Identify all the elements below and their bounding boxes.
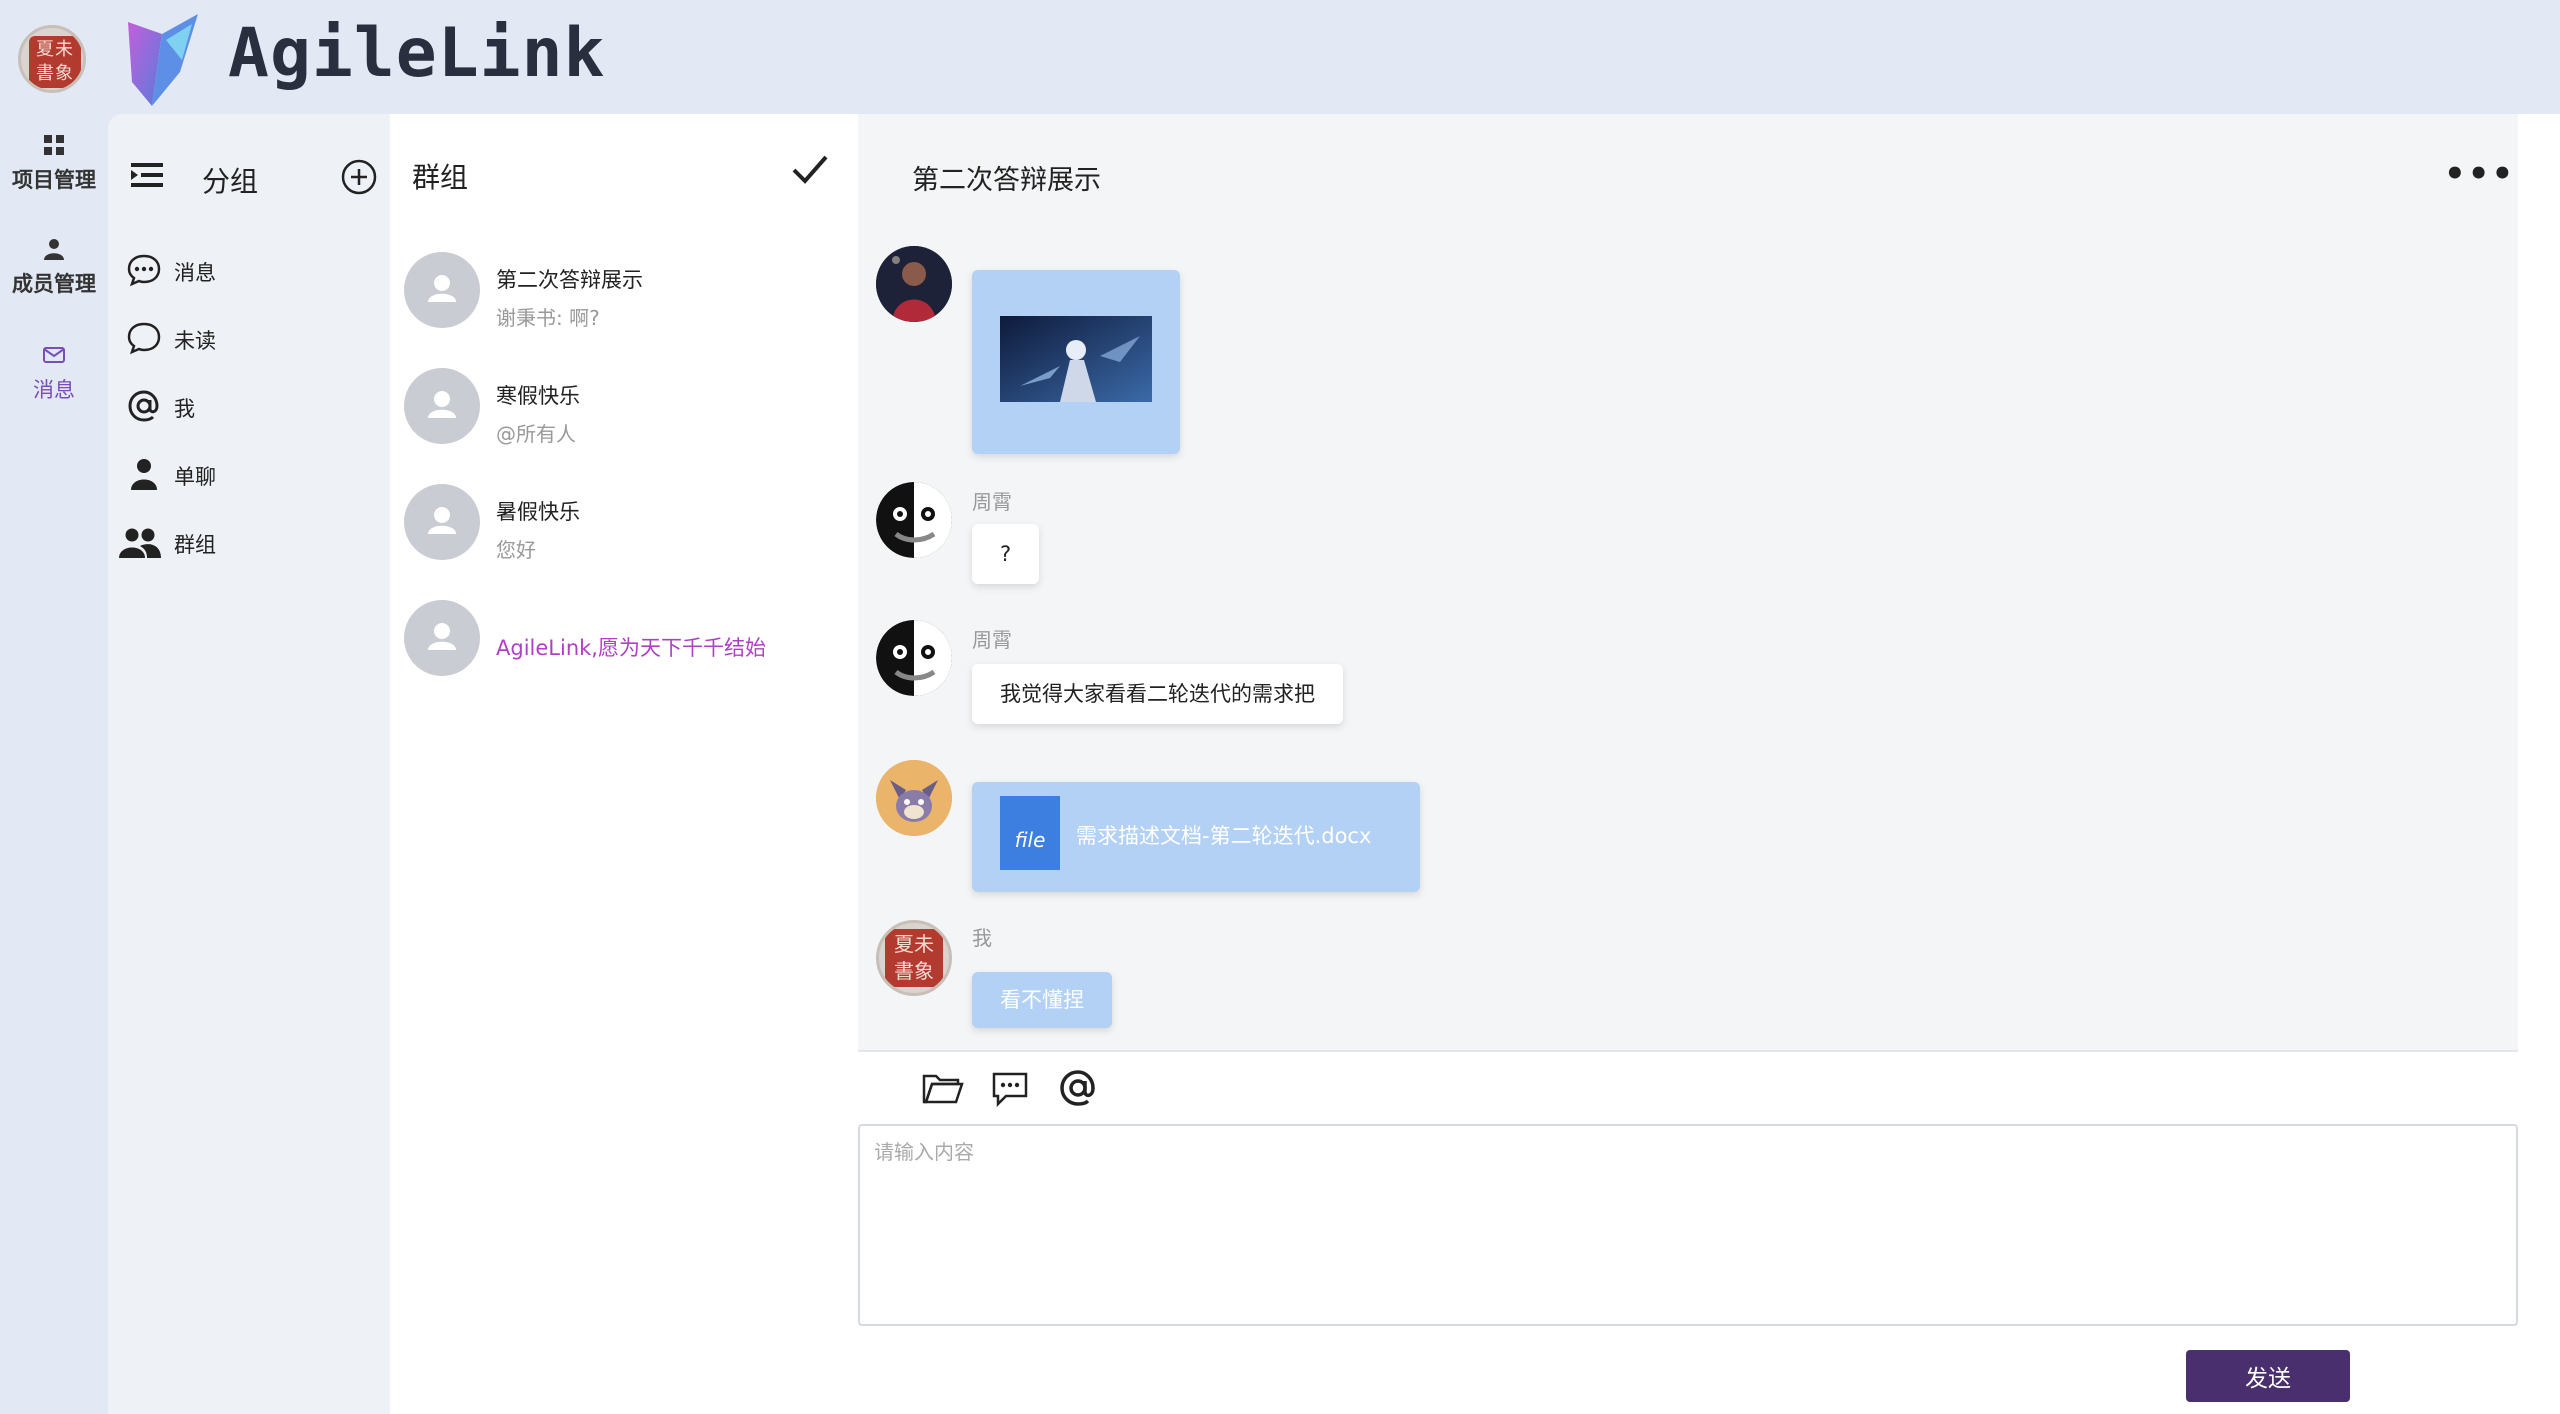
chat-panel: 第二次答辩展示 ••• 周霄 ? 周霄 我觉得大家看看二轮迭代的需求把 file… xyxy=(858,114,2560,1414)
conversation-last-message: 谢秉书: 啊? xyxy=(496,306,600,330)
default-user-icon xyxy=(428,275,456,302)
menu-fold-icon[interactable] xyxy=(130,160,164,190)
message-input[interactable] xyxy=(858,1124,2518,1326)
slogan-item: AgileLink,愿为天下千千结始 xyxy=(404,592,844,682)
group-panel: 分组 消息 未读 我 单聊 群组 xyxy=(108,114,390,1414)
sender-name: 周霄 xyxy=(972,628,1012,652)
chat-header: 第二次答辩展示 ••• xyxy=(858,114,2518,234)
group-item-messages[interactable]: 消息 xyxy=(126,248,376,292)
at-icon[interactable] xyxy=(1056,1066,1100,1110)
check-icon[interactable] xyxy=(790,152,830,186)
sender-avatar xyxy=(876,246,952,322)
chat-title: 第二次答辩展示 xyxy=(912,165,1101,196)
file-message[interactable]: file 需求描述文档-第二轮迭代.docx xyxy=(972,782,1420,892)
sender-avatar: 夏未 書象 xyxy=(876,920,952,996)
mail-icon xyxy=(43,347,65,363)
grid-icon xyxy=(44,135,64,155)
user-avatar[interactable]: 夏未 書象 xyxy=(18,25,86,93)
text-message: 看不懂捏 xyxy=(972,972,1112,1028)
conversation-last-message: @所有人 xyxy=(496,422,576,446)
avatar-seal: 夏未 書象 xyxy=(29,36,81,88)
group-item-label: 未读 xyxy=(174,329,216,353)
group-item-me[interactable]: 我 xyxy=(126,384,376,428)
person-icon xyxy=(44,239,64,260)
message-list: 周霄 ? 周霄 我觉得大家看看二轮迭代的需求把 file 需求描述文档-第二轮迭… xyxy=(858,234,2518,1052)
sender-avatar xyxy=(876,760,952,836)
app-title: AgileLink xyxy=(228,14,606,93)
conversation-last-message: 您好 xyxy=(496,538,536,562)
group-panel-header: 分组 xyxy=(130,156,380,198)
group-item-direct[interactable]: 单聊 xyxy=(126,452,376,496)
group-item-label: 单聊 xyxy=(174,465,216,489)
app-slogan: AgileLink,愿为天下千千结始 xyxy=(496,636,766,660)
conversation-list: 群组 第二次答辩展示 谢秉书: 啊? 寒假快乐 @所有人 暑假快乐 您好 Agi… xyxy=(390,114,858,1414)
group-item-unread[interactable]: 未读 xyxy=(126,316,376,360)
rail-item-label: 项目管理 xyxy=(12,168,96,192)
group-avatar xyxy=(404,252,480,328)
person-icon xyxy=(131,459,157,490)
group-avatar xyxy=(404,484,480,560)
rail-item-member-management[interactable]: 成员管理 xyxy=(0,236,108,298)
default-user-icon xyxy=(428,391,456,418)
folder-icon[interactable] xyxy=(920,1066,964,1110)
group-item-label: 我 xyxy=(174,397,195,421)
app-logo xyxy=(128,14,198,106)
rail-item-messages[interactable]: 消息 xyxy=(0,342,108,404)
rail-item-label: 消息 xyxy=(33,378,75,402)
placeholder-avatar xyxy=(404,600,480,676)
file-name: 需求描述文档-第二轮迭代.docx xyxy=(1076,824,1372,848)
people-icon xyxy=(119,528,161,558)
chat-icon xyxy=(127,322,161,355)
image-message[interactable] xyxy=(972,270,1180,454)
default-user-icon xyxy=(428,623,456,650)
sender-name: 周霄 xyxy=(972,490,1012,514)
chat-dots-icon[interactable] xyxy=(988,1066,1032,1110)
list-title: 群组 xyxy=(412,161,469,194)
text-message: 我觉得大家看看二轮迭代的需求把 xyxy=(972,664,1343,724)
conversation-item[interactable]: 暑假快乐 您好 xyxy=(404,476,844,566)
group-item-label: 群组 xyxy=(174,533,216,557)
sender-avatar xyxy=(876,482,952,558)
file-icon: file xyxy=(1000,796,1060,870)
conversation-name: 暑假快乐 xyxy=(496,500,580,524)
send-button[interactable]: 发送 xyxy=(2186,1350,2350,1402)
sender-avatar xyxy=(876,620,952,696)
app-header: 夏未 書象 AgileLink xyxy=(0,0,2560,114)
group-avatar xyxy=(404,368,480,444)
at-icon xyxy=(128,390,159,422)
group-item-groups[interactable]: 群组 xyxy=(119,520,376,564)
conversation-name: 第二次答辩展示 xyxy=(496,268,643,292)
rail-item-label: 成员管理 xyxy=(12,272,96,296)
conversation-item[interactable]: 寒假快乐 @所有人 xyxy=(404,360,844,450)
shared-image xyxy=(1000,316,1152,402)
more-options-icon[interactable]: ••• xyxy=(2444,157,2515,191)
conversation-name: 寒假快乐 xyxy=(496,384,580,408)
text-message: ? xyxy=(972,524,1040,584)
conversation-item[interactable]: 第二次答辩展示 谢秉书: 啊? xyxy=(404,244,844,334)
group-item-label: 消息 xyxy=(174,261,216,285)
left-rail: 项目管理 成员管理 消息 xyxy=(0,114,108,1414)
chat-dots-icon xyxy=(127,254,161,287)
rail-item-project-management[interactable]: 项目管理 xyxy=(0,132,108,194)
composer-toolbar xyxy=(858,1054,2518,1124)
group-panel-title: 分组 xyxy=(202,165,259,198)
add-circle-icon[interactable] xyxy=(340,158,378,196)
default-user-icon xyxy=(428,507,456,534)
sender-name: 我 xyxy=(972,926,992,950)
